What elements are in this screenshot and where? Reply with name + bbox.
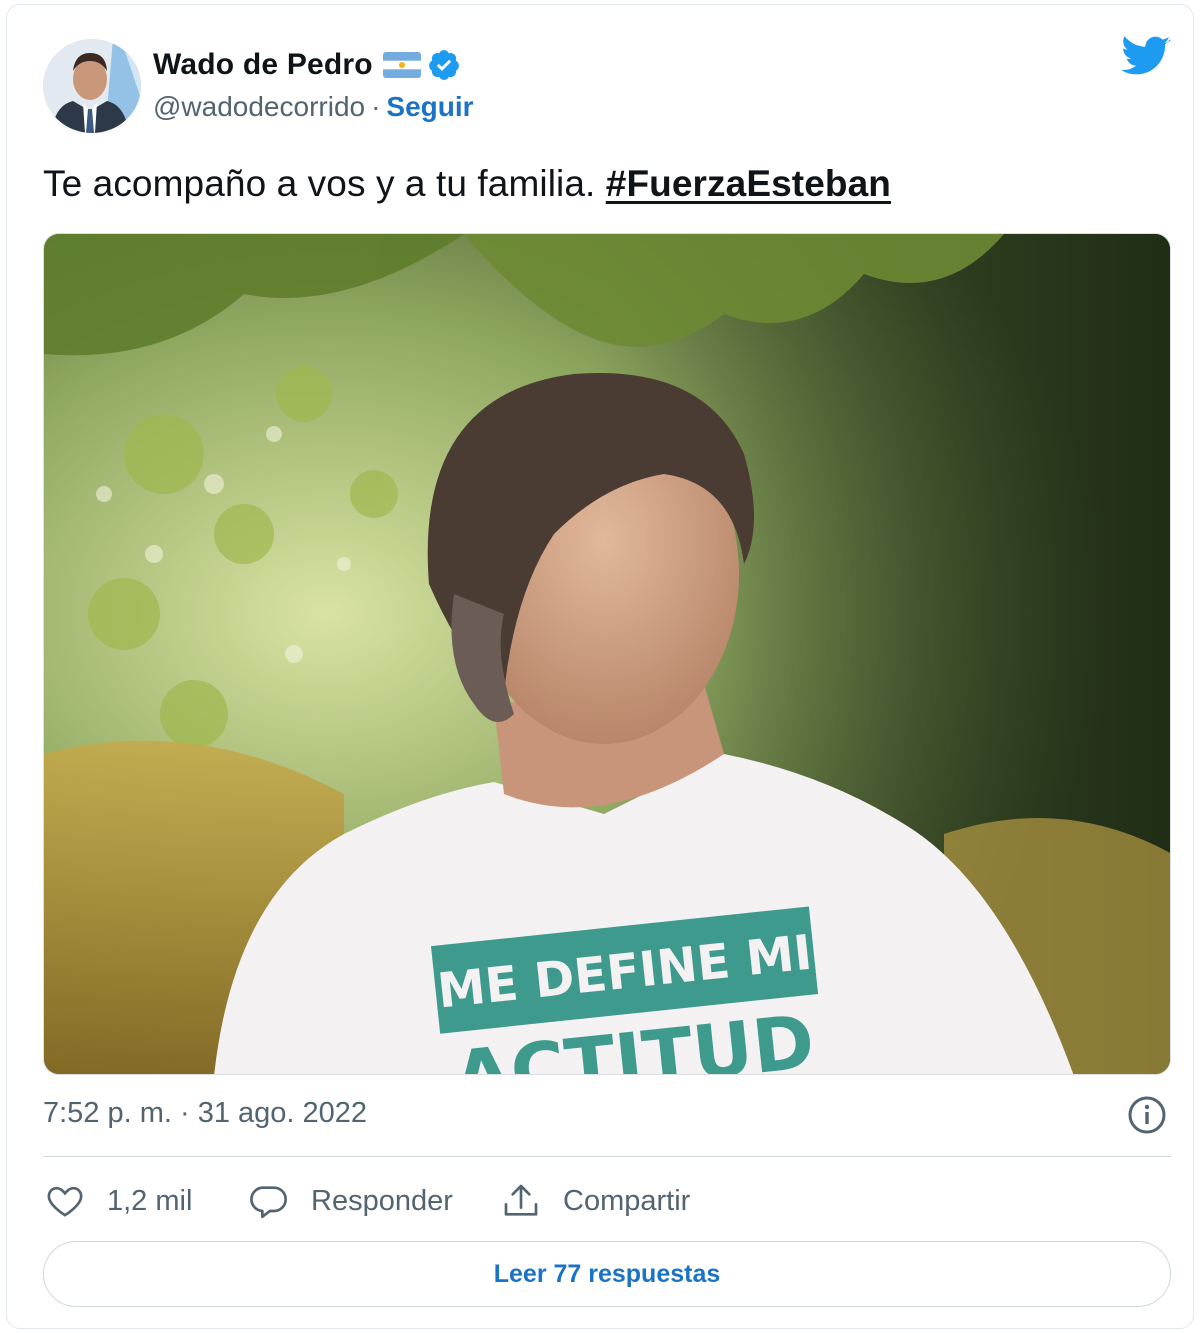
read-replies-label: Leer 77 respuestas xyxy=(493,1259,721,1288)
separator-dot: · xyxy=(371,91,381,122)
argentina-flag-icon xyxy=(382,52,421,78)
author-name-row: Wado de Pedro xyxy=(153,45,461,85)
verified-badge-icon xyxy=(427,48,461,82)
divider xyxy=(43,1156,1171,1157)
follow-button[interactable]: Seguir xyxy=(386,91,473,123)
author-avatar[interactable] xyxy=(43,39,141,133)
read-replies-button[interactable]: Leer 77 respuestas xyxy=(43,1241,1171,1307)
heart-icon xyxy=(47,1186,83,1217)
author-handle[interactable]: @wadodecorrido xyxy=(153,91,365,123)
twitter-bird-icon[interactable] xyxy=(1121,35,1171,79)
tweet-timestamp[interactable]: 7:52 p. m. · 31 ago. 2022 xyxy=(43,1097,367,1130)
tweet-card: Wado de Pedro @wadodecorrido · Seguir Te… xyxy=(6,4,1194,1329)
reply-bubble-icon xyxy=(250,1186,287,1219)
tweet-photo[interactable]: ME DEFINE MI ACTITUD xyxy=(43,233,1171,1075)
author-name[interactable]: Wado de Pedro xyxy=(153,48,373,82)
tweet-text: Te acompaño a vos y a tu familia. #Fuerz… xyxy=(43,159,891,209)
reply-button[interactable]: Responder xyxy=(249,1177,453,1225)
reply-label: Responder xyxy=(311,1184,453,1217)
author-handle-row: @wadodecorrido · Seguir xyxy=(153,89,474,125)
share-icon xyxy=(504,1184,538,1216)
share-label: Compartir xyxy=(563,1184,691,1217)
tweet-body: Te acompaño a vos y a tu familia. xyxy=(43,163,606,204)
like-count: 1,2 mil xyxy=(107,1184,193,1217)
hashtag-link[interactable]: #FuerzaEsteban xyxy=(606,163,891,204)
like-button[interactable]: 1,2 mil xyxy=(45,1177,192,1225)
share-button[interactable]: Compartir xyxy=(501,1177,690,1225)
info-icon[interactable] xyxy=(1127,1095,1167,1135)
